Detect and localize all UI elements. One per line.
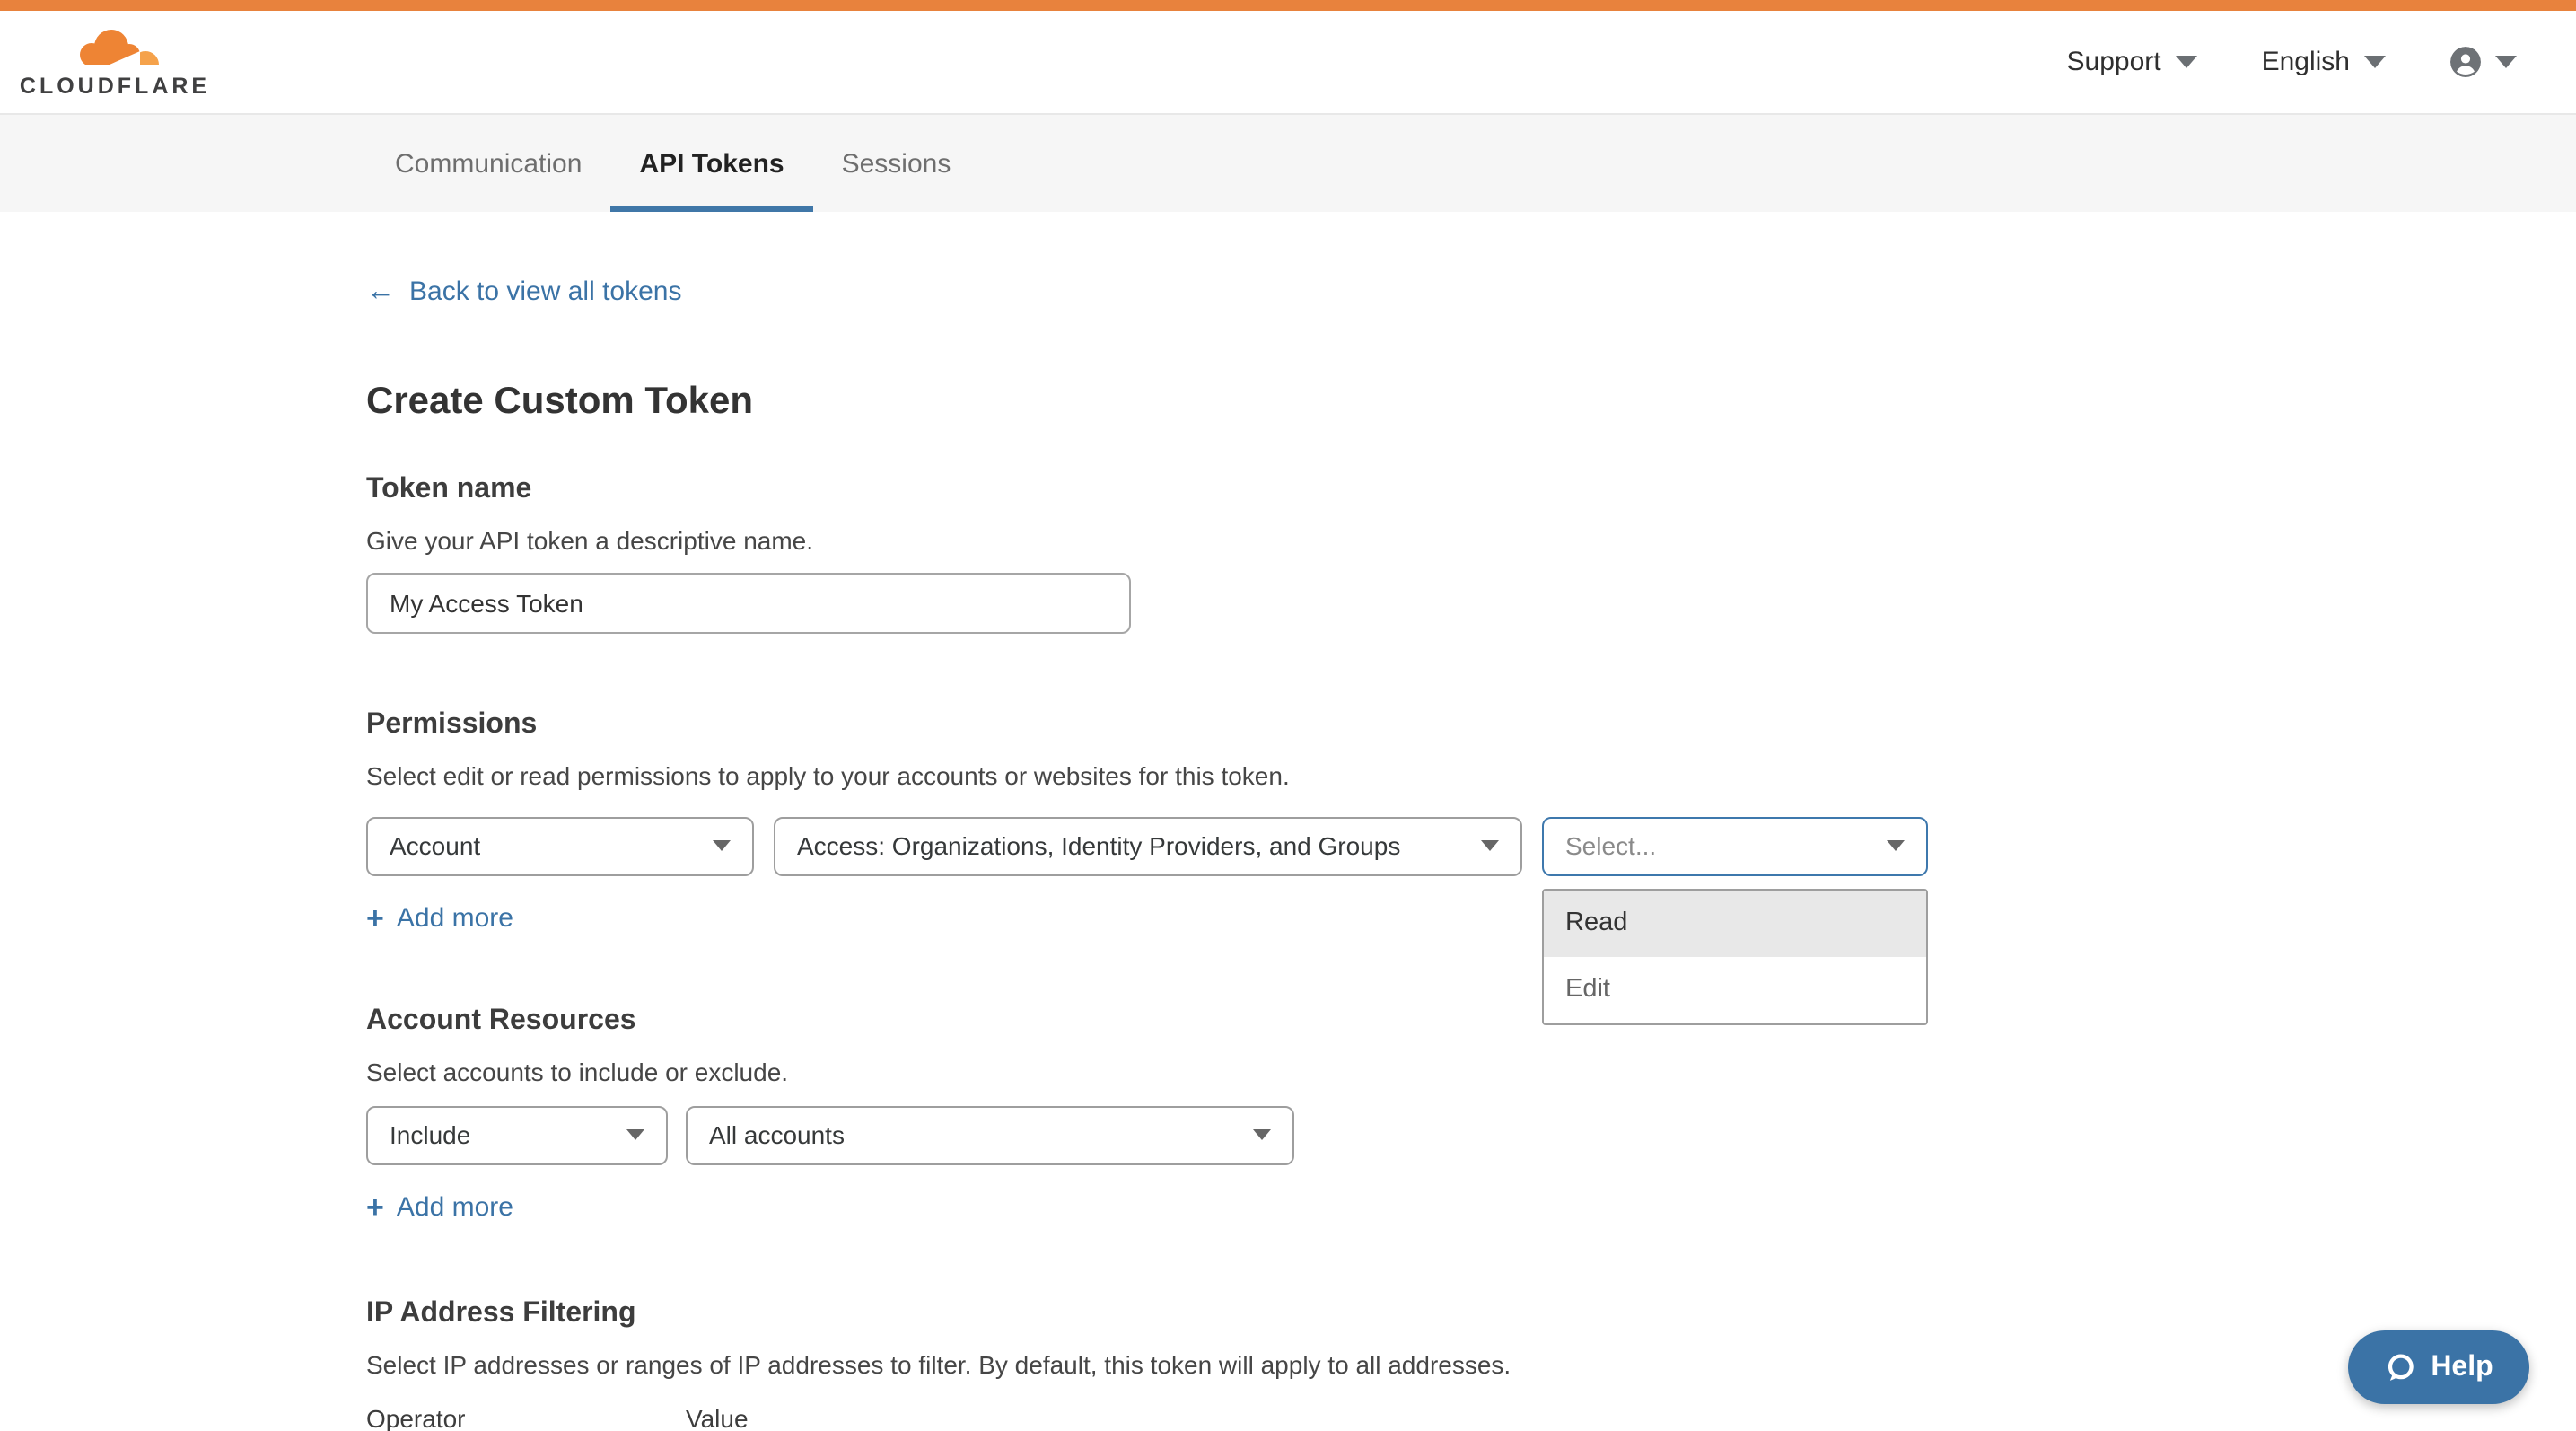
brand-accent-bar xyxy=(0,0,2576,11)
ip-filtering-labels: Operator Value xyxy=(366,1403,1946,1431)
account-resources-add-more-label: Add more xyxy=(397,1191,513,1222)
tab-sessions-label: Sessions xyxy=(842,148,951,179)
permissions-heading: Permissions xyxy=(366,708,1946,741)
tab-communication[interactable]: Communication xyxy=(366,115,610,212)
permission-level-placeholder: Select... xyxy=(1565,831,1656,860)
resource-accounts-select[interactable]: All accounts xyxy=(686,1105,1294,1164)
permissions-row: Account Access: Organizations, Identity … xyxy=(366,816,1946,875)
support-menu[interactable]: Support xyxy=(2067,47,2197,77)
operator-label: Operator xyxy=(366,1403,686,1431)
back-arrow-icon: ← xyxy=(366,277,395,306)
token-name-input[interactable] xyxy=(366,572,1131,633)
permission-scope-value: Account xyxy=(390,831,480,860)
language-menu-label: English xyxy=(2262,47,2350,77)
chevron-down-icon xyxy=(1481,840,1499,851)
back-link-label: Back to view all tokens xyxy=(409,277,682,307)
profile-tabs: Communication API Tokens Sessions xyxy=(0,113,2576,212)
account-resources-add-more-button[interactable]: + Add more xyxy=(366,1191,513,1222)
permission-resource-value: Access: Organizations, Identity Provider… xyxy=(797,831,1400,860)
menu-option-read[interactable]: Read xyxy=(1544,890,1926,956)
permission-level-select[interactable]: Select... Read Edit xyxy=(1542,816,1928,875)
menu-option-read-label: Read xyxy=(1565,909,1627,937)
chevron-down-icon xyxy=(2495,56,2517,68)
resource-accounts-value: All accounts xyxy=(709,1120,845,1149)
permission-resource-select[interactable]: Access: Organizations, Identity Provider… xyxy=(774,816,1522,875)
chevron-down-icon xyxy=(2364,56,2386,68)
help-button[interactable]: Help xyxy=(2348,1330,2529,1404)
plus-icon: + xyxy=(366,902,384,933)
cloudflare-logo[interactable]: CLOUDFLARE xyxy=(20,25,210,99)
chevron-down-icon xyxy=(1887,840,1905,851)
tab-communication-label: Communication xyxy=(395,148,582,179)
tab-api-tokens-label: API Tokens xyxy=(639,148,784,179)
ip-filtering-description: Select IP addresses or ranges of IP addr… xyxy=(366,1348,1946,1382)
account-resources-row: Include All accounts xyxy=(366,1105,1946,1164)
language-menu[interactable]: English xyxy=(2262,47,2386,77)
chevron-down-icon xyxy=(713,840,731,851)
menu-option-edit[interactable]: Edit xyxy=(1544,956,1926,1023)
page: CLOUDFLARE Support English Communication xyxy=(0,0,2576,1431)
user-avatar-icon xyxy=(2450,47,2481,77)
chevron-down-icon xyxy=(2176,56,2197,68)
chevron-down-icon xyxy=(626,1129,644,1140)
value-label: Value xyxy=(686,1403,749,1431)
cloudflare-cloud-icon xyxy=(68,25,162,72)
permissions-add-more-button[interactable]: + Add more xyxy=(366,902,513,933)
help-button-label: Help xyxy=(2431,1351,2493,1383)
permission-scope-select[interactable]: Account xyxy=(366,816,754,875)
cloudflare-wordmark: CLOUDFLARE xyxy=(20,74,210,99)
tab-sessions[interactable]: Sessions xyxy=(813,115,980,212)
token-name-heading: Token name xyxy=(366,473,1946,505)
permissions-add-more-label: Add more xyxy=(397,902,513,933)
chat-bubble-icon xyxy=(2384,1351,2416,1383)
account-resources-description: Select accounts to include or exclude. xyxy=(366,1055,1946,1089)
permission-level-menu: Read Edit xyxy=(1542,888,1928,1024)
header: CLOUDFLARE Support English xyxy=(0,11,2576,113)
account-menu[interactable] xyxy=(2450,47,2517,77)
menu-option-edit-label: Edit xyxy=(1565,975,1610,1004)
ip-filtering-heading: IP Address Filtering xyxy=(366,1297,1946,1330)
support-menu-label: Support xyxy=(2067,47,2161,77)
chevron-down-icon xyxy=(1253,1129,1271,1140)
page-title: Create Custom Token xyxy=(366,380,1946,423)
resource-mode-select[interactable]: Include xyxy=(366,1105,668,1164)
main-content: ← Back to view all tokens Create Custom … xyxy=(366,212,1946,1431)
token-name-description: Give your API token a descriptive name. xyxy=(366,523,1946,557)
plus-icon: + xyxy=(366,1191,384,1222)
back-to-tokens-link[interactable]: ← Back to view all tokens xyxy=(366,277,682,307)
tab-api-tokens[interactable]: API Tokens xyxy=(610,115,812,212)
permissions-description: Select edit or read permissions to apply… xyxy=(366,759,1946,793)
resource-mode-value: Include xyxy=(390,1120,470,1149)
